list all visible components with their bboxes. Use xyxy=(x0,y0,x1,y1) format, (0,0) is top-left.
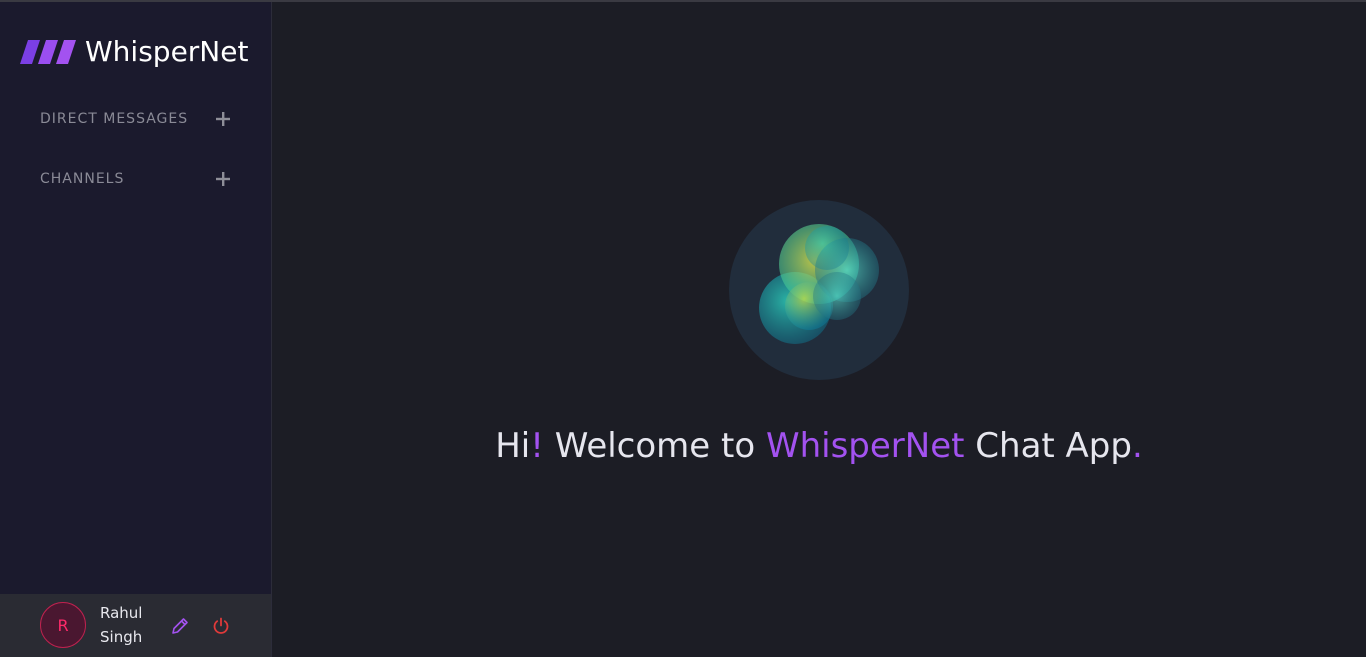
logout-button[interactable] xyxy=(211,616,231,636)
welcome-period: . xyxy=(1131,426,1143,466)
channels-section: CHANNELS xyxy=(40,170,232,188)
main-panel: Hi! Welcome to WhisperNet Chat App. xyxy=(272,2,1366,657)
user-first-name: Rahul xyxy=(100,604,143,622)
user-last-name: Singh xyxy=(100,628,143,646)
user-footer: R Rahul Singh xyxy=(0,594,271,657)
pencil-icon xyxy=(172,618,188,634)
user-name: Rahul Singh xyxy=(100,601,160,649)
add-direct-message-button[interactable] xyxy=(214,110,232,128)
welcome-app-name: WhisperNet xyxy=(765,426,965,466)
brand-name: WhisperNet xyxy=(85,35,249,68)
plus-icon xyxy=(216,172,230,186)
brand-logo-icon xyxy=(20,40,76,64)
direct-messages-section: DIRECT MESSAGES xyxy=(40,110,232,128)
welcome-suffix: Chat App xyxy=(975,426,1132,466)
plus-icon xyxy=(216,112,230,126)
welcome-hi: Hi xyxy=(495,426,531,466)
sidebar: WhisperNet DIRECT MESSAGES CHANNELS R Ra… xyxy=(0,2,272,657)
direct-messages-label: DIRECT MESSAGES xyxy=(40,111,189,127)
welcome-message: Hi! Welcome to WhisperNet Chat App. xyxy=(272,426,1366,466)
bubble-orb-icon xyxy=(759,224,879,344)
channels-label: CHANNELS xyxy=(40,171,125,187)
edit-profile-button[interactable] xyxy=(170,616,190,636)
app-window: WhisperNet DIRECT MESSAGES CHANNELS R Ra… xyxy=(0,0,1366,657)
power-icon xyxy=(213,617,229,634)
welcome-animation xyxy=(729,200,909,380)
brand[interactable]: WhisperNet xyxy=(20,32,248,72)
welcome-exclaim: ! xyxy=(530,426,544,466)
avatar[interactable]: R xyxy=(40,602,86,648)
avatar-initial: R xyxy=(57,615,69,635)
welcome-middle: Welcome to xyxy=(554,426,756,466)
add-channel-button[interactable] xyxy=(214,170,232,188)
